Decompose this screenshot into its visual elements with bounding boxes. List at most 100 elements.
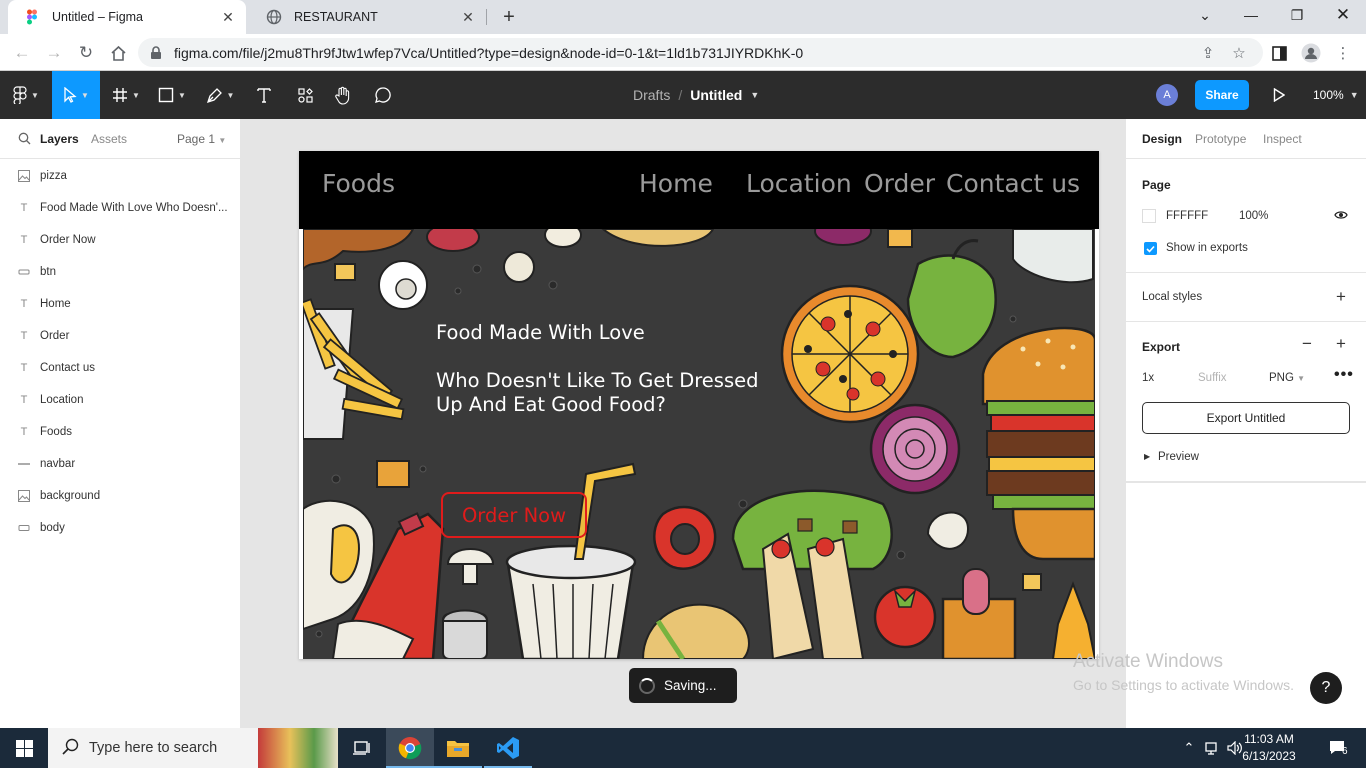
image-icon	[18, 490, 30, 502]
page-opacity-value[interactable]: 100%	[1239, 210, 1268, 222]
nav-home[interactable]: Home	[639, 169, 713, 198]
layer-row[interactable]: T Home	[0, 288, 240, 320]
frame-tool-button[interactable]: ▼	[106, 71, 146, 119]
chevron-down-icon: ▼	[1349, 90, 1359, 100]
avatar[interactable]: A	[1156, 84, 1178, 106]
show-in-exports-checkbox[interactable]	[1144, 242, 1157, 255]
vscode-icon[interactable]	[484, 728, 532, 768]
reload-icon[interactable]: ↻	[73, 40, 99, 66]
add-export-plus-icon[interactable]: +	[1336, 334, 1346, 354]
hero-title[interactable]: Food Made With Love	[436, 321, 645, 344]
clock-time: 11:03 AM	[1244, 732, 1294, 746]
new-tab-icon[interactable]: +	[498, 6, 520, 28]
layer-row[interactable]: T Contact us	[0, 352, 240, 384]
zoom-value: 100%	[1313, 88, 1344, 102]
layer-row[interactable]: T Food Made With Love Who Doesn'...	[0, 192, 240, 224]
more-options-icon[interactable]: •••	[1334, 366, 1354, 384]
design-frame[interactable]: Foods Home Location Order Contact us Foo…	[299, 151, 1099, 659]
text-tool-button[interactable]	[250, 71, 278, 119]
main-menu-button[interactable]: ▼	[6, 71, 46, 119]
pen-tool-button[interactable]: ▼	[198, 71, 242, 119]
layer-row[interactable]: btn	[0, 256, 240, 288]
export-button[interactable]: Export Untitled	[1142, 402, 1350, 434]
move-tool-button[interactable]: ▼	[52, 71, 100, 119]
nav-order[interactable]: Order	[864, 169, 935, 198]
hero-subtitle[interactable]: Who Doesn't Like To Get Dressed Up And E…	[436, 369, 776, 417]
tab-layers[interactable]: Layers	[40, 132, 79, 146]
notifications-icon[interactable]: 6	[1318, 728, 1358, 768]
layer-name: background	[40, 490, 101, 502]
order-now-button[interactable]: Order Now	[441, 492, 587, 538]
tab-search-chevron-icon[interactable]: ⌄	[1182, 0, 1228, 30]
nav-location[interactable]: Location	[746, 169, 852, 198]
home-icon[interactable]	[105, 40, 131, 66]
taskbar-search-box[interactable]: Type here to search	[48, 728, 338, 768]
eye-icon[interactable]	[1334, 209, 1348, 224]
profile-icon[interactable]	[1301, 43, 1321, 63]
tab-restaurant[interactable]: RESTAURANT ✕	[250, 0, 486, 34]
mock-navbar[interactable]: Foods Home Location Order Contact us	[299, 151, 1099, 229]
remove-export-minus-icon[interactable]: −	[1302, 334, 1312, 354]
activate-windows-title: Activate Windows	[1073, 651, 1223, 672]
taskbar-clock[interactable]: 11:03 AM 6/13/2023	[1224, 731, 1314, 765]
search-icon[interactable]	[18, 132, 31, 148]
tab-inspect[interactable]: Inspect	[1263, 132, 1302, 146]
forward-icon[interactable]: →	[41, 40, 67, 66]
back-icon[interactable]: ←	[9, 40, 35, 66]
hero-background-image[interactable]: Food Made With Love Who Doesn't Like To …	[303, 229, 1095, 659]
tab-assets[interactable]: Assets	[91, 132, 127, 146]
design-canvas[interactable]: Foods Home Location Order Contact us Foo…	[241, 119, 1125, 728]
side-panel-icon[interactable]	[1269, 43, 1289, 63]
tab-design[interactable]: Design	[1142, 132, 1182, 146]
share-button[interactable]: Share	[1195, 80, 1249, 110]
zoom-dropdown[interactable]: 100% ▼	[1313, 71, 1359, 119]
tray-overflow-chevron-icon[interactable]: ⌃	[1178, 728, 1200, 768]
tab-figma[interactable]: Untitled – Figma ✕	[8, 0, 246, 34]
page-selector[interactable]: Page 1 ▼	[177, 132, 226, 146]
browser-tab-strip: Untitled – Figma ✕ RESTAURANT ✕ + ⌄ — ❐ …	[0, 0, 1366, 34]
export-scale[interactable]: 1x	[1142, 372, 1154, 384]
restore-icon[interactable]: ❐	[1274, 0, 1320, 30]
page-color-value[interactable]: FFFFFF	[1166, 210, 1208, 222]
layer-row[interactable]: body	[0, 512, 240, 544]
layer-row[interactable]: T Location	[0, 384, 240, 416]
share-page-icon[interactable]: ⇪	[1198, 43, 1218, 63]
browser-menu-icon[interactable]: ⋮	[1333, 43, 1353, 63]
file-explorer-icon[interactable]	[434, 728, 482, 768]
url-field[interactable]: figma.com/file/j2mu8Thr9fJtw1wfep7Vca/Un…	[138, 38, 1263, 67]
layer-row[interactable]: T Order	[0, 320, 240, 352]
tab-prototype[interactable]: Prototype	[1195, 132, 1246, 146]
minimize-icon[interactable]: —	[1228, 0, 1274, 30]
layer-row[interactable]: T Foods	[0, 416, 240, 448]
layer-row[interactable]: pizza	[0, 160, 240, 192]
network-icon[interactable]	[1202, 728, 1224, 768]
page-color-swatch[interactable]	[1142, 209, 1156, 223]
resources-tool-button[interactable]	[290, 71, 320, 119]
export-format-dropdown[interactable]: PNG ▼	[1269, 372, 1305, 384]
export-suffix-input[interactable]: Suffix	[1198, 372, 1227, 384]
preview-toggle[interactable]: Preview	[1158, 451, 1199, 463]
layer-row[interactable]: navbar	[0, 448, 240, 480]
breadcrumb-drafts[interactable]: Drafts	[633, 87, 670, 103]
comment-tool-button[interactable]	[368, 71, 398, 119]
layer-row[interactable]: background	[0, 480, 240, 512]
task-view-icon[interactable]	[338, 728, 386, 768]
close-window-icon[interactable]: ✕	[1320, 0, 1366, 30]
caret-right-icon[interactable]: ▶	[1144, 452, 1150, 461]
bookmark-star-icon[interactable]: ☆	[1229, 43, 1249, 63]
present-play-icon[interactable]	[1268, 83, 1290, 107]
nav-brand-foods[interactable]: Foods	[322, 169, 395, 198]
windows-start-icon[interactable]	[0, 728, 48, 768]
file-name[interactable]: Untitled	[690, 87, 742, 103]
chrome-taskbar-icon[interactable]	[386, 728, 434, 768]
layer-row[interactable]: T Order Now	[0, 224, 240, 256]
nav-contact-us[interactable]: Contact us	[946, 169, 1080, 198]
chevron-down-icon[interactable]: ▼	[750, 90, 759, 100]
close-tab-icon[interactable]: ✕	[220, 9, 236, 25]
close-tab-icon[interactable]: ✕	[460, 9, 476, 25]
help-button[interactable]: ?	[1310, 672, 1342, 704]
url-text: figma.com/file/j2mu8Thr9fJtw1wfep7Vca/Un…	[174, 44, 804, 61]
add-style-plus-icon[interactable]: +	[1336, 287, 1346, 307]
hand-tool-button[interactable]	[328, 71, 358, 119]
shape-tool-button[interactable]: ▼	[152, 71, 192, 119]
